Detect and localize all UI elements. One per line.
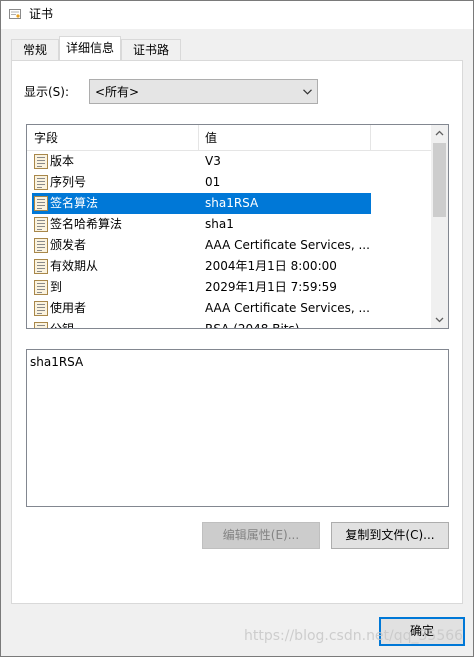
show-dropdown-value: <所有> <box>95 85 140 99</box>
chevron-down-icon <box>303 89 312 95</box>
scrollbar-thumb[interactable] <box>433 143 446 217</box>
tab-general[interactable]: 常规 <box>11 39 59 60</box>
field-value: 2004年1月1日 8:00:00 <box>205 259 337 273</box>
certificate-dialog: 证书 常规 详细信息 证书路径 显示(S): <所有> 字段 值 版本 V3 序列号… <box>0 0 474 657</box>
certificate-field-icon <box>34 154 48 169</box>
field-name: 有效期从 <box>50 259 99 273</box>
show-dropdown[interactable]: <所有> <box>89 79 318 104</box>
certificate-field-icon <box>34 301 48 316</box>
field-name: 到 <box>50 280 63 294</box>
list-item[interactable]: 颁发者 AAA Certificate Services, ... <box>27 235 431 256</box>
field-detail-box[interactable]: sha1RSA <box>26 349 449 507</box>
field-value: sha1RSA <box>205 196 259 210</box>
list-item[interactable]: 使用者 AAA Certificate Services, ... <box>27 298 431 319</box>
field-name: 使用者 <box>50 301 87 315</box>
vertical-scrollbar[interactable] <box>431 125 448 328</box>
certificate-field-icon <box>34 322 48 328</box>
window-title: 证书 <box>29 7 54 21</box>
list-item[interactable]: 有效期从 2004年1月1日 8:00:00 <box>27 256 431 277</box>
field-name: 版本 <box>50 154 75 168</box>
field-value: sha1 <box>205 217 234 231</box>
column-divider[interactable] <box>370 125 371 150</box>
list-item[interactable]: 版本 V3 <box>27 151 431 172</box>
button-label: 复制到文件(C)... <box>345 528 435 542</box>
list-item[interactable]: 签名算法 sha1RSA <box>27 193 431 214</box>
fields-list[interactable]: 字段 值 版本 V3 序列号 01 签名算法 sha1RSA 签名哈希算法 sha1 颁发者 AA… <box>26 124 449 329</box>
list-item[interactable]: 公钥 RSA (2048 Bits) <box>27 319 431 329</box>
column-divider[interactable] <box>198 125 199 150</box>
column-header-field[interactable]: 字段 <box>34 130 58 146</box>
certificate-field-icon <box>34 217 48 232</box>
list-item[interactable]: 到 2029年1月1日 7:59:59 <box>27 277 431 298</box>
field-detail-text: sha1RSA <box>30 355 84 369</box>
field-value: AAA Certificate Services, ... <box>205 238 370 252</box>
field-name: 签名哈希算法 <box>50 217 123 231</box>
field-name: 签名算法 <box>50 196 99 210</box>
column-header-value[interactable]: 值 <box>205 130 217 146</box>
watermark-text: https://blog.csdn.net/qq_35566 <box>244 628 464 644</box>
list-item[interactable]: 序列号 01 <box>27 172 431 193</box>
tab-label: 详细信息 <box>66 41 115 55</box>
field-value: 2029年1月1日 7:59:59 <box>205 280 337 294</box>
scroll-down-arrow-icon[interactable] <box>431 311 448 328</box>
field-name: 序列号 <box>50 175 87 189</box>
field-name: 颁发者 <box>50 238 87 252</box>
certificate-field-icon <box>34 196 48 211</box>
tab-certification-path[interactable]: 证书路径 <box>121 39 181 78</box>
tab-label: 常规 <box>22 43 47 57</box>
show-label: 显示(S): <box>24 85 70 99</box>
edit-properties-button[interactable]: 编辑属性(E)... <box>202 522 320 549</box>
list-header: 字段 值 <box>27 125 431 151</box>
field-value: 01 <box>205 175 221 189</box>
list-item[interactable]: 签名哈希算法 sha1 <box>27 214 431 235</box>
tab-details[interactable]: 详细信息 <box>59 36 121 60</box>
list-body: 版本 V3 序列号 01 签名算法 sha1RSA 签名哈希算法 sha1 颁发者 AAA Cer… <box>27 151 431 329</box>
copy-to-file-button[interactable]: 复制到文件(C)... <box>331 522 449 549</box>
field-value: RSA (2048 Bits) <box>205 322 300 329</box>
certificate-icon <box>9 9 21 19</box>
button-label: 编辑属性(E)... <box>222 528 300 542</box>
certificate-field-icon <box>34 280 48 295</box>
field-value: AAA Certificate Services, ... <box>205 301 370 315</box>
certificate-field-icon <box>34 259 48 274</box>
scroll-up-arrow-icon[interactable] <box>431 125 448 142</box>
field-name: 公钥 <box>50 322 75 329</box>
certificate-field-icon <box>34 238 48 253</box>
certificate-field-icon <box>34 175 48 190</box>
title-bar: 证书 <box>1 1 473 29</box>
field-value: V3 <box>205 154 221 168</box>
